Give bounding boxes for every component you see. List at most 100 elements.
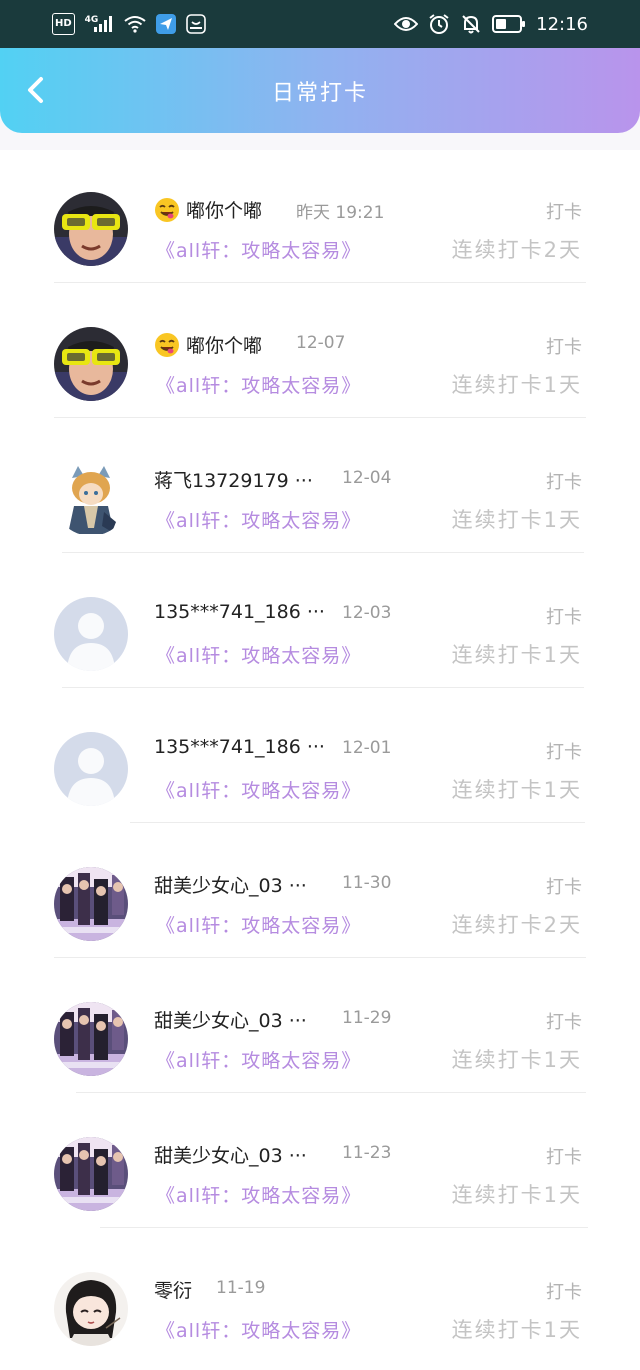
streak-count: 连续打卡2天 (451, 238, 582, 262)
user-name-line: 135***741_186 ··· (154, 601, 325, 623)
streak-count: 连续打卡1天 (451, 508, 582, 532)
eye-icon (394, 13, 419, 35)
page-title: 日常打卡 (271, 80, 368, 106)
user-name[interactable]: 135***741_186 ··· (154, 736, 325, 758)
course-title[interactable]: 《all轩：攻略太容易》 (156, 1316, 361, 1343)
checkin-label: 打卡 (546, 472, 582, 493)
yum-emoji-icon (154, 332, 180, 358)
avatar[interactable] (54, 1137, 128, 1211)
checkin-label: 打卡 (546, 1012, 582, 1033)
user-name[interactable]: 甜美少女心_03 ··· (154, 1141, 307, 1168)
checkin-item[interactable]: 嘟你个嘟 昨天 19:21 《all轩：攻略太容易》 打卡连续打卡2天 (0, 150, 640, 285)
user-name-line: 甜美少女心_03 ··· (154, 1006, 307, 1033)
row-divider (76, 1092, 586, 1093)
checkin-label: 打卡 (546, 607, 582, 628)
signal-icon: 4G (85, 13, 115, 35)
yum-emoji-icon (154, 197, 180, 223)
avatar[interactable] (54, 732, 128, 806)
avatar[interactable] (54, 1002, 128, 1076)
streak-count: 连续打卡1天 (451, 778, 582, 802)
streak-count: 连续打卡1天 (451, 1318, 582, 1342)
avatar[interactable] (54, 597, 128, 671)
checkin-time: 12-01 (342, 738, 392, 758)
hd-badge: HD (52, 13, 75, 35)
user-name[interactable]: 甜美少女心_03 ··· (154, 1006, 307, 1033)
avatar[interactable] (54, 462, 128, 536)
battery-icon (492, 13, 526, 35)
row-divider (54, 282, 586, 283)
course-title[interactable]: 《all轩：攻略太容易》 (156, 1181, 361, 1208)
avatar[interactable] (54, 1272, 128, 1346)
checkin-item[interactable]: 零衍 11-19 《all轩：攻略太容易》 打卡连续打卡1天 (0, 1230, 640, 1365)
checkin-time: 昨天 19:21 (296, 203, 385, 223)
chevron-left-icon (28, 77, 43, 103)
checkin-time: 11-19 (216, 1278, 266, 1298)
row-divider (130, 822, 585, 823)
course-title[interactable]: 《all轩：攻略太容易》 (156, 506, 361, 533)
avatar[interactable] (54, 327, 128, 401)
screen: HD 4G 12:16 日常打卡 嘟你个嘟 昨天 19:21 《all轩：攻略太… (0, 0, 640, 1370)
checkin-item[interactable]: 甜美少女心_03 ··· 11-23 《all轩：攻略太容易》 打卡连续打卡1天 (0, 1095, 640, 1230)
avatar[interactable] (54, 192, 128, 266)
checkin-item[interactable]: 135***741_186 ··· 12-01 《all轩：攻略太容易》 打卡连续打卡… (0, 690, 640, 825)
checkin-time: 12-03 (342, 603, 392, 623)
streak-count: 连续打卡2天 (451, 913, 582, 937)
checkin-item[interactable]: 嘟你个嘟 12-07 《all轩：攻略太容易》 打卡连续打卡1天 (0, 285, 640, 420)
checkin-label: 打卡 (546, 1282, 582, 1303)
streak-count: 连续打卡1天 (451, 643, 582, 667)
status-time: 12:16 (536, 13, 588, 35)
checkin-label: 打卡 (546, 877, 582, 898)
checkin-label: 打卡 (546, 202, 582, 223)
bell-off-icon (460, 13, 482, 35)
checkin-time: 11-30 (342, 873, 392, 893)
row-divider (54, 417, 586, 418)
user-name-line: 甜美少女心_03 ··· (154, 1141, 307, 1168)
user-name[interactable]: 零衍 (154, 1276, 192, 1303)
streak-count: 连续打卡1天 (451, 373, 582, 397)
checkin-list: 嘟你个嘟 昨天 19:21 《all轩：攻略太容易》 打卡 连续打卡2天 嘟你个嘟 12-0… (0, 150, 640, 1370)
status-bar: HD 4G 12:16 (0, 0, 640, 48)
row-divider (62, 552, 584, 553)
checkin-label: 打卡 (546, 1147, 582, 1168)
avatar[interactable] (54, 867, 128, 941)
user-name-line: 135***741_186 ··· (154, 736, 325, 758)
back-button[interactable] (18, 72, 54, 108)
checkin-time: 11-23 (342, 1143, 392, 1163)
user-name-line: 嘟你个嘟 (154, 331, 262, 358)
wifi-icon (124, 13, 146, 35)
checkin-item[interactable]: 蒋飞13729179 ··· 12-04 《all轩：攻略太容易》 打卡连续打卡1天 (0, 420, 640, 555)
checkin-item[interactable]: 135***741_186 ··· 12-03 《all轩：攻略太容易》 打卡连续打卡… (0, 555, 640, 690)
course-title[interactable]: 《all轩：攻略太容易》 (156, 1046, 361, 1073)
user-name-line: 甜美少女心_03 ··· (154, 871, 307, 898)
user-name-line: 零衍 (154, 1276, 192, 1303)
course-title[interactable]: 《all轩：攻略太容易》 (156, 911, 361, 938)
user-name[interactable]: 蒋飞13729179 ··· (154, 466, 313, 493)
user-name[interactable]: 嘟你个嘟 (186, 331, 262, 358)
row-divider (100, 1227, 588, 1228)
checkin-label: 打卡 (546, 337, 582, 358)
alarm-icon (428, 13, 450, 35)
user-name[interactable]: 嘟你个嘟 (186, 196, 262, 223)
page-header: 日常打卡 (0, 48, 640, 133)
course-title[interactable]: 《all轩：攻略太容易》 (156, 371, 361, 398)
streak-count: 连续打卡1天 (451, 1183, 582, 1207)
checkin-item[interactable]: 甜美少女心_03 ··· 11-30 《all轩：攻略太容易》 打卡连续打卡2天 (0, 825, 640, 960)
course-title[interactable]: 《all轩：攻略太容易》 (156, 236, 361, 263)
user-name-line: 嘟你个嘟 (154, 196, 262, 223)
row-divider (54, 957, 586, 958)
checkin-time: 11-29 (342, 1008, 392, 1028)
status-right: 12:16 (394, 13, 588, 35)
streak-count: 连续打卡1天 (451, 1048, 582, 1072)
row-divider (62, 687, 584, 688)
course-title[interactable]: 《all轩：攻略太容易》 (156, 641, 361, 668)
checkin-label: 打卡 (546, 742, 582, 763)
course-title[interactable]: 《all轩：攻略太容易》 (156, 776, 361, 803)
checkin-time: 12-04 (342, 468, 392, 488)
send-icon (156, 13, 177, 35)
app-icon (186, 13, 207, 35)
user-name[interactable]: 135***741_186 ··· (154, 601, 325, 623)
checkin-item[interactable]: 甜美少女心_03 ··· 11-29 《all轩：攻略太容易》 打卡连续打卡1天 (0, 960, 640, 1095)
user-name[interactable]: 甜美少女心_03 ··· (154, 871, 307, 898)
user-name-line: 蒋飞13729179 ··· (154, 466, 313, 493)
checkin-time: 12-07 (296, 333, 346, 353)
